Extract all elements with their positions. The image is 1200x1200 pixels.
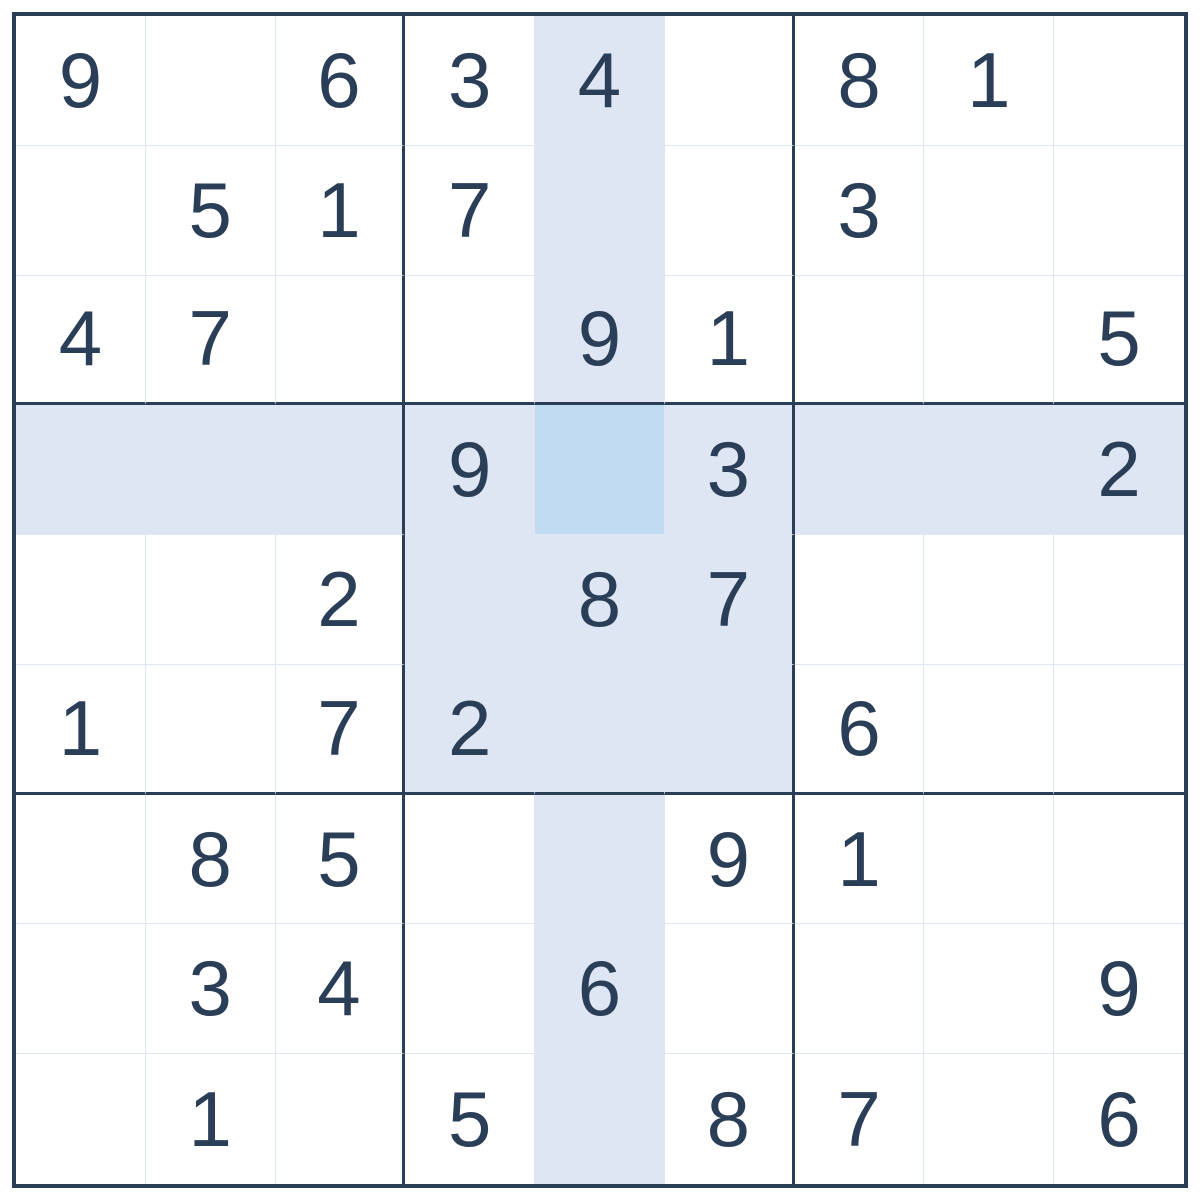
cell-r8-c6[interactable]: 7 — [795, 1054, 925, 1184]
cell-r7-c2[interactable]: 4 — [276, 924, 406, 1054]
cell-r4-c7[interactable] — [924, 535, 1054, 665]
cell-r1-c1[interactable]: 5 — [146, 146, 276, 276]
cell-r2-c6[interactable] — [795, 276, 925, 406]
cell-r2-c7[interactable] — [924, 276, 1054, 406]
cell-r0-c0[interactable]: 9 — [16, 16, 146, 146]
cell-r7-c4[interactable]: 6 — [535, 924, 665, 1054]
cell-r3-c7[interactable] — [924, 405, 1054, 535]
cell-r4-c8[interactable] — [1054, 535, 1184, 665]
cell-r5-c6[interactable]: 6 — [795, 665, 925, 795]
cell-r5-c0[interactable]: 1 — [16, 665, 146, 795]
cell-r0-c7[interactable]: 1 — [924, 16, 1054, 146]
cell-r1-c3[interactable]: 7 — [405, 146, 535, 276]
cell-r5-c3[interactable]: 2 — [405, 665, 535, 795]
cell-r1-c6[interactable]: 3 — [795, 146, 925, 276]
cell-r2-c2[interactable] — [276, 276, 406, 406]
cell-r7-c3[interactable] — [405, 924, 535, 1054]
cell-r5-c8[interactable] — [1054, 665, 1184, 795]
cell-r1-c2[interactable]: 1 — [276, 146, 406, 276]
cell-r4-c3[interactable] — [405, 535, 535, 665]
cell-r2-c3[interactable] — [405, 276, 535, 406]
cell-r2-c1[interactable]: 7 — [146, 276, 276, 406]
cell-r3-c5[interactable]: 3 — [665, 405, 795, 535]
cell-r3-c6[interactable] — [795, 405, 925, 535]
cell-r7-c7[interactable] — [924, 924, 1054, 1054]
cell-r8-c7[interactable] — [924, 1054, 1054, 1184]
cell-r6-c6[interactable]: 1 — [795, 795, 925, 925]
cell-r0-c5[interactable] — [665, 16, 795, 146]
cell-r6-c4[interactable] — [535, 795, 665, 925]
cell-r8-c4[interactable] — [535, 1054, 665, 1184]
cell-r7-c1[interactable]: 3 — [146, 924, 276, 1054]
cell-r5-c4[interactable] — [535, 665, 665, 795]
cell-r6-c2[interactable]: 5 — [276, 795, 406, 925]
cell-r4-c6[interactable] — [795, 535, 925, 665]
cell-r2-c5[interactable]: 1 — [665, 276, 795, 406]
cell-r5-c7[interactable] — [924, 665, 1054, 795]
cell-r3-c0[interactable] — [16, 405, 146, 535]
cell-r7-c6[interactable] — [795, 924, 925, 1054]
cell-r8-c8[interactable]: 6 — [1054, 1054, 1184, 1184]
cell-r5-c5[interactable] — [665, 665, 795, 795]
cell-r8-c3[interactable]: 5 — [405, 1054, 535, 1184]
cell-r4-c1[interactable] — [146, 535, 276, 665]
cell-r0-c6[interactable]: 8 — [795, 16, 925, 146]
cell-r6-c3[interactable] — [405, 795, 535, 925]
cell-r0-c8[interactable] — [1054, 16, 1184, 146]
cell-r8-c0[interactable] — [16, 1054, 146, 1184]
cell-r1-c4[interactable] — [535, 146, 665, 276]
cell-r2-c0[interactable]: 4 — [16, 276, 146, 406]
cell-r7-c0[interactable] — [16, 924, 146, 1054]
cell-r0-c4[interactable]: 4 — [535, 16, 665, 146]
cell-r6-c0[interactable] — [16, 795, 146, 925]
cell-r3-c8[interactable]: 2 — [1054, 405, 1184, 535]
cell-r8-c1[interactable]: 1 — [146, 1054, 276, 1184]
cell-r1-c7[interactable] — [924, 146, 1054, 276]
cell-r4-c4[interactable]: 8 — [535, 535, 665, 665]
cell-r5-c1[interactable] — [146, 665, 276, 795]
cell-r5-c2[interactable]: 7 — [276, 665, 406, 795]
cell-r7-c8[interactable]: 9 — [1054, 924, 1184, 1054]
cell-r6-c7[interactable] — [924, 795, 1054, 925]
cell-r6-c5[interactable]: 9 — [665, 795, 795, 925]
cell-r4-c2[interactable]: 2 — [276, 535, 406, 665]
cell-r3-c4[interactable] — [535, 405, 665, 535]
cell-r2-c8[interactable]: 5 — [1054, 276, 1184, 406]
cell-r1-c8[interactable] — [1054, 146, 1184, 276]
cell-r1-c5[interactable] — [665, 146, 795, 276]
cell-r0-c1[interactable] — [146, 16, 276, 146]
cell-r3-c1[interactable] — [146, 405, 276, 535]
cell-r3-c2[interactable] — [276, 405, 406, 535]
cell-r0-c3[interactable]: 3 — [405, 16, 535, 146]
cell-r8-c5[interactable]: 8 — [665, 1054, 795, 1184]
cell-r2-c4[interactable]: 9 — [535, 276, 665, 406]
cell-r3-c3[interactable]: 9 — [405, 405, 535, 535]
cell-r6-c1[interactable]: 8 — [146, 795, 276, 925]
cell-r6-c8[interactable] — [1054, 795, 1184, 925]
cell-r4-c0[interactable] — [16, 535, 146, 665]
cell-r8-c2[interactable] — [276, 1054, 406, 1184]
cell-r4-c5[interactable]: 7 — [665, 535, 795, 665]
cell-r0-c2[interactable]: 6 — [276, 16, 406, 146]
cell-r7-c5[interactable] — [665, 924, 795, 1054]
cell-r1-c0[interactable] — [16, 146, 146, 276]
sudoku-board: 96348151734791593228717268591346915876 — [12, 12, 1188, 1188]
